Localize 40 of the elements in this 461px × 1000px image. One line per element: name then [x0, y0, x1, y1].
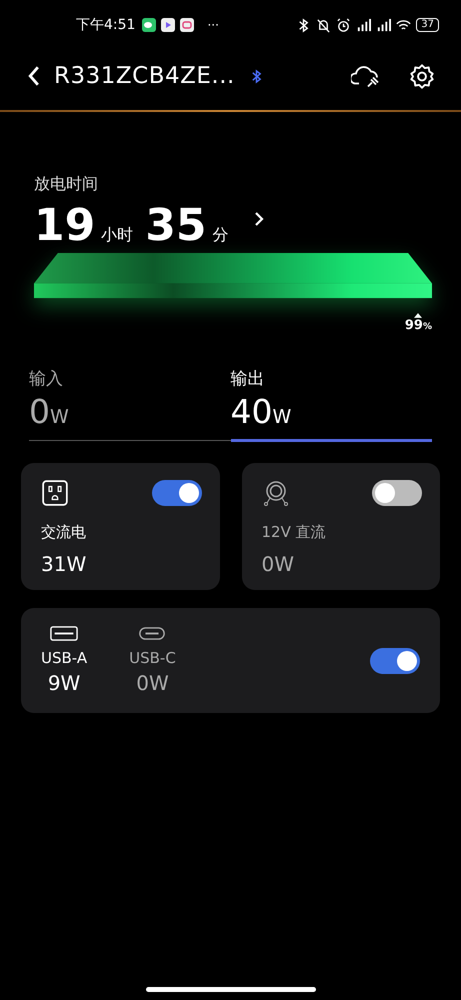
chat-app-icon — [142, 18, 156, 32]
back-icon[interactable] — [27, 65, 40, 87]
usb-a-port-icon — [50, 626, 78, 641]
discharge-label: 放电时间 — [34, 174, 99, 195]
minutes-unit: 分 — [212, 225, 228, 246]
signal-icon — [376, 18, 392, 32]
output-power: 31W — [41, 552, 88, 576]
robot-app-icon — [180, 18, 194, 32]
hours-value: 19 — [34, 201, 96, 251]
minutes-value: 35 — [145, 201, 206, 251]
toggle-switch[interactable] — [152, 480, 202, 506]
percent-sign: % — [422, 322, 432, 332]
signal-icon — [356, 18, 372, 32]
play-app-icon — [161, 18, 176, 32]
toggle-switch[interactable] — [370, 648, 420, 674]
bluetooth-icon — [250, 68, 262, 84]
caret-up-icon — [414, 313, 422, 318]
device-title: R331ZCB4ZE... — [54, 63, 235, 89]
power-tab[interactable]: 输出 40W — [230, 367, 432, 442]
toggle-switch[interactable] — [372, 480, 422, 506]
battery-indicator: 37 — [416, 18, 439, 32]
wifi-icon — [396, 18, 412, 32]
alarm-icon — [336, 18, 352, 32]
port-label: USB-A — [41, 649, 88, 667]
port-label: USB-C — [129, 649, 176, 667]
port-power: 0W — [136, 671, 169, 695]
output-label: 12V 直流 — [262, 523, 327, 542]
outlet-icon — [41, 479, 69, 507]
usb-c-port-icon — [138, 626, 166, 641]
bell-muted-icon — [316, 18, 332, 32]
chevron-right-icon[interactable] — [254, 211, 264, 227]
battery-percent: 99 — [404, 318, 423, 333]
more-notifications: ··· — [207, 18, 219, 32]
output-label: 交流电 — [41, 523, 87, 542]
port-power: 9W — [48, 671, 80, 695]
hours-unit: 小时 — [101, 225, 134, 246]
power-tab[interactable]: 输入 0W — [29, 367, 230, 442]
status-time: 下午4:51 — [76, 16, 136, 34]
output-power: 0W — [262, 552, 295, 576]
car-socket-icon — [262, 479, 290, 507]
